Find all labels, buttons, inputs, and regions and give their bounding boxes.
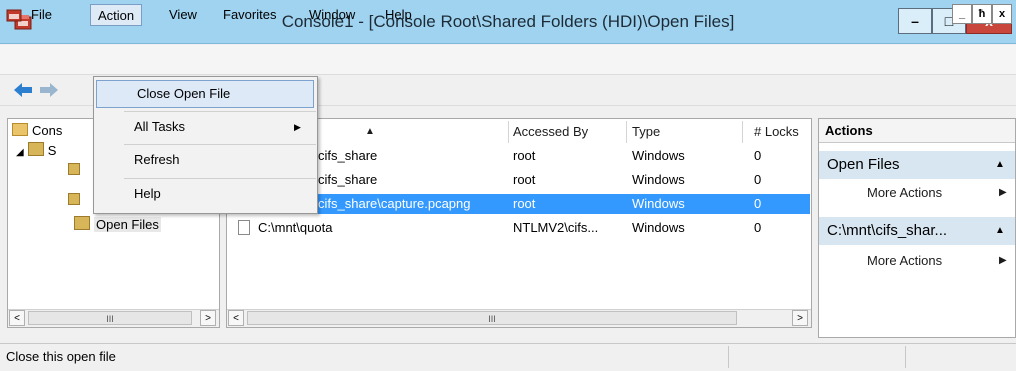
scroll-left-button[interactable]: < (228, 310, 244, 326)
minimize-button[interactable]: – (898, 8, 932, 34)
actions-section-file[interactable]: C:\mnt\cifs_shar... ▲ (819, 217, 1015, 245)
action-more-actions[interactable]: More Actions ▶ (819, 181, 1015, 205)
tree-item-open-files[interactable]: Open Files (74, 215, 161, 235)
menu-favorites[interactable]: Favorites (216, 4, 283, 26)
menu-window[interactable]: Window (302, 4, 362, 26)
column-divider (742, 121, 743, 143)
submenu-arrow-icon: ▶ (999, 187, 1007, 198)
file-type: Windows (632, 220, 685, 235)
section-title: Open Files (827, 156, 900, 173)
status-divider (905, 346, 906, 368)
column-header-locks[interactable]: # Locks (754, 121, 799, 143)
scroll-left-button[interactable]: < (9, 310, 25, 326)
console-icon (6, 8, 22, 22)
tree-item-label: S (47, 143, 57, 158)
tree-item-label: Cons (32, 123, 63, 138)
action-label: More Actions (867, 253, 943, 268)
column-header-type[interactable]: Type (632, 121, 660, 143)
file-type: Windows (632, 196, 685, 211)
submenu-arrow-icon: ▶ (999, 255, 1007, 266)
status-text: Close this open file (6, 349, 116, 364)
menu-item-label: Close Open File (137, 86, 231, 101)
menu-item-label: All Tasks (134, 119, 186, 134)
child-restore-button[interactable]: ħ (972, 4, 992, 24)
menu-item-all-tasks[interactable]: All Tasks ▶ (94, 113, 317, 141)
tree-item-label: Open Files (94, 217, 161, 232)
column-divider (508, 121, 509, 143)
action-label: More Actions (867, 185, 943, 200)
menu-file[interactable]: File (24, 4, 59, 26)
actions-pane: Actions Open Files ▲ More Actions ▶ C:\m… (818, 118, 1016, 338)
menu-action[interactable]: Action (90, 4, 143, 26)
folder-icon (12, 123, 28, 136)
tree-item-shared-folders[interactable]: ◢ S (16, 141, 56, 161)
lock-count: 0 (754, 148, 762, 163)
scroll-thumb[interactable]: III (247, 311, 737, 325)
status-divider (728, 346, 729, 368)
column-header-accessed-by[interactable]: Accessed By (513, 121, 588, 143)
menu-item-help[interactable]: Help (94, 180, 317, 208)
tree-item-console-root[interactable]: Cons (12, 121, 62, 141)
menu-item-refresh[interactable]: Refresh (94, 146, 317, 174)
menu-item-label: Help (134, 186, 161, 201)
collapse-icon[interactable]: ▲ (995, 151, 1005, 179)
accessed-by: root (513, 148, 536, 163)
status-bar (0, 343, 1016, 371)
file-name[interactable]: C:\mnt\quota (258, 218, 332, 238)
actions-header: Actions (819, 119, 1015, 143)
action-more-actions[interactable]: More Actions ▶ (819, 249, 1015, 273)
section-title: C:\mnt\cifs_shar... (827, 222, 948, 239)
menu-view[interactable]: View (162, 4, 204, 26)
menu-separator (124, 144, 316, 145)
menu-separator (124, 178, 316, 179)
sort-ascending-icon: ▲ (365, 126, 375, 137)
lock-count: 0 (754, 220, 762, 235)
menu-item-close-open-file[interactable]: Close Open File (96, 80, 314, 108)
scroll-thumb[interactable]: III (28, 311, 192, 325)
scroll-right-button[interactable]: > (792, 310, 808, 326)
file-name[interactable]: cifs_share\capture.pcapng (318, 194, 470, 214)
menu-separator (124, 111, 316, 112)
file-icon (238, 220, 250, 235)
menu-item-label: Refresh (134, 152, 180, 167)
lock-count: 0 (754, 172, 762, 187)
accessed-by: NTLMV2\cifs... (513, 220, 599, 235)
collapse-icon[interactable]: ▲ (995, 217, 1005, 245)
submenu-arrow-icon: ▶ (294, 122, 301, 132)
window-title: Console1 - [Console Root\Shared Folders … (281, 12, 735, 31)
actions-section-open-files[interactable]: Open Files ▲ (819, 151, 1015, 179)
menu-bar (0, 45, 1016, 75)
expand-icon[interactable]: ◢ (16, 147, 24, 158)
shares-icon (68, 163, 80, 175)
child-minimize-button[interactable]: _ (952, 4, 972, 24)
forward-arrow-icon[interactable] (38, 80, 60, 100)
file-type: Windows (632, 148, 685, 163)
accessed-by: root (513, 196, 536, 211)
list-horizontal-scrollbar[interactable]: < III > (227, 309, 811, 327)
sessions-icon (68, 193, 80, 205)
open-files-icon (74, 216, 90, 230)
tree-horizontal-scrollbar[interactable]: < III > (8, 309, 219, 327)
child-close-button[interactable]: x (992, 4, 1012, 24)
menu-help[interactable]: Help (378, 4, 419, 26)
file-type: Windows (632, 172, 685, 187)
file-name[interactable]: cifs_share (318, 146, 377, 166)
shared-folder-icon (27, 142, 44, 156)
back-arrow-icon[interactable] (12, 80, 34, 100)
accessed-by: root (513, 172, 536, 187)
lock-count: 0 (754, 196, 762, 211)
scroll-right-button[interactable]: > (200, 310, 216, 326)
column-divider (626, 121, 627, 143)
file-name[interactable]: cifs_share (318, 170, 377, 190)
